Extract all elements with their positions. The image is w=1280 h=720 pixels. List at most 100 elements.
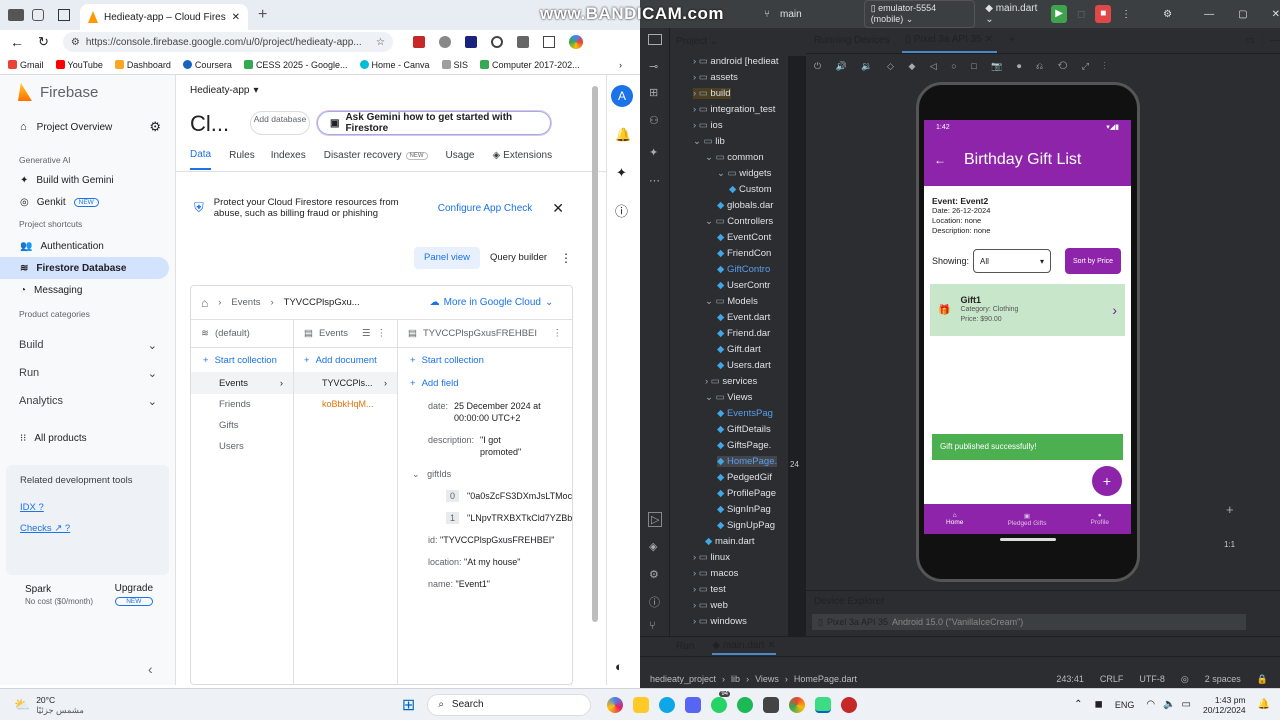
branch-selector[interactable]: main	[780, 9, 802, 20]
structure-icon[interactable]: ⊞	[649, 86, 658, 99]
query-builder-button[interactable]: Query builder	[490, 247, 548, 269]
android-studio-icon[interactable]	[815, 696, 832, 713]
field-description[interactable]: description: "I got promoted"	[398, 434, 572, 458]
tree-folder[interactable]: › ▭ web	[693, 600, 728, 611]
project-overview[interactable]: ⌂ Project Overview ⚙	[0, 109, 175, 145]
tree-folder[interactable]: › ▭ test	[693, 584, 726, 595]
status-path-lib[interactable]: lib	[731, 674, 740, 684]
tree-file[interactable]: ◆ Custom	[729, 184, 772, 195]
category-run[interactable]: Run ⌄	[0, 359, 175, 387]
tree-file[interactable]: ◆ GiftContro	[717, 264, 770, 275]
tree-file[interactable]: ◆ Event.dart	[717, 312, 770, 323]
add-document-button[interactable]: + Add document	[294, 348, 397, 372]
site-info-icon[interactable]: ⚙	[71, 37, 80, 48]
tree-folder[interactable]: ⌄ ▭ common	[705, 152, 764, 163]
file-encoding[interactable]: UTF-8	[1139, 674, 1165, 684]
bookmark-dashboard[interactable]: Dashboard	[114, 60, 171, 70]
weather-widget[interactable]: 20°C مشمس جزئيًا	[36, 695, 84, 715]
line-separator[interactable]: CRLF	[1100, 674, 1124, 684]
device-explorer-selector[interactable]: ▯ Pixel 3a API 35 Android 15.0 ("VanillaIc…	[812, 614, 1246, 630]
bookmark-canva[interactable]: Home - Canva	[359, 60, 430, 70]
bookmark-youtube[interactable]: YouTube	[55, 60, 103, 70]
project-switcher[interactable]: Hedieaty-app ▾	[190, 85, 259, 96]
bookmark-star-icon[interactable]: ☆	[376, 37, 385, 48]
tree-file[interactable]: ◆ SignInPag	[717, 504, 771, 515]
tree-folder[interactable]: ⌄ ▭ Controllers	[705, 216, 773, 227]
tree-folder[interactable]: › ▭ windows	[693, 616, 747, 627]
status-path-project[interactable]: hedieaty_project	[650, 674, 716, 684]
tree-file[interactable]: ◆ Gift.dart	[717, 344, 761, 355]
indent-setting[interactable]: 2 spaces	[1205, 674, 1241, 684]
gemini-icon[interactable]: ✦	[649, 146, 658, 159]
sidebar-item-build-with-gemini[interactable]: ✦ Build with Gemini	[0, 169, 175, 191]
tree-folder[interactable]: ⌄ ▭ lib	[693, 136, 725, 147]
dark-mode-icon[interactable]: ◐	[615, 659, 623, 674]
new-tab-icon[interactable]: +	[258, 6, 267, 24]
bookmark-gmail[interactable]: Gmail	[8, 60, 44, 70]
zoom-ratio[interactable]: 1:1	[1224, 540, 1235, 549]
configure-app-check-link[interactable]: Configure App Check	[438, 203, 533, 214]
tree-file[interactable]: ◆ ProfilePage	[717, 488, 776, 499]
add-field-button[interactable]: + Add field	[398, 372, 572, 394]
close-window-icon[interactable]: ✕	[1272, 9, 1280, 20]
avatar[interactable]: A	[611, 85, 633, 107]
tree-file[interactable]: ◆ PedgedGif	[717, 472, 772, 483]
run-file-tab[interactable]: ◆ main.dart ✕	[712, 638, 776, 655]
project-panel-title[interactable]: Project ⌄	[676, 36, 718, 47]
tab-disaster-recovery[interactable]: Disaster recovery NEW	[324, 150, 428, 169]
back-icon[interactable]: ←	[10, 34, 24, 50]
extension-icon-2[interactable]	[438, 36, 451, 48]
bookmark-computer[interactable]: Computer 2017-202...	[480, 60, 580, 70]
edge-icon[interactable]	[659, 696, 676, 713]
wifi-icon[interactable]: ◠	[1146, 699, 1155, 710]
bookmarks-more-icon[interactable]: ›	[619, 60, 622, 70]
tab-extensions[interactable]: ◈ Extensions	[492, 150, 552, 169]
tree-file[interactable]: ◆ UserContr	[717, 280, 770, 291]
tree-folder[interactable]: › ▭ macos	[693, 568, 738, 579]
tree-file[interactable]: ◆ EventsPag	[717, 408, 773, 419]
breadcrumb-events[interactable]: Events	[231, 297, 260, 308]
cursor-position[interactable]: 243:41	[1056, 674, 1084, 684]
tree-folder[interactable]: › ▭ android [hedieat	[693, 56, 779, 67]
version-control-icon[interactable]: ⑂	[649, 620, 656, 632]
url-field[interactable]: ⚙ https://console.firebase.google.com/u/…	[62, 32, 393, 52]
panel-options-icon[interactable]: ▭ ⋮ —	[1245, 35, 1280, 46]
field-giftids[interactable]: ⌄ giftIds	[398, 468, 572, 480]
collection-item[interactable]: Friends	[191, 394, 293, 415]
vscode-icon[interactable]	[763, 696, 780, 713]
gift-card[interactable]: 🎁 Gift1 Category: Clothing Price: $90.00…	[930, 284, 1125, 336]
tree-folder[interactable]: › ▭ services	[705, 376, 757, 387]
filter-icon[interactable]: ☰	[362, 328, 371, 339]
close-notice-icon[interactable]: ✕	[552, 200, 564, 217]
gemini-icon[interactable]	[568, 35, 583, 49]
field-location[interactable]: location: "At my house"	[398, 556, 572, 568]
extension-icon-1[interactable]	[412, 36, 425, 48]
back-arrow-icon[interactable]: ←	[934, 153, 946, 167]
add-database-button[interactable]: Add database	[250, 111, 310, 135]
language-indicator[interactable]: ENG	[1115, 700, 1135, 710]
field-date[interactable]: date: 25 December 2024 at 00:00:00 UTC+2	[398, 400, 572, 424]
tab-indexes[interactable]: Indexes	[271, 150, 306, 169]
tree-folder[interactable]: › ▭ linux	[693, 552, 730, 563]
add-gift-fab[interactable]: +	[1092, 466, 1122, 496]
split-view-icon[interactable]	[542, 36, 555, 48]
maximize-icon[interactable]: ▢	[1238, 9, 1247, 20]
field-id[interactable]: id: "TYVCCPlspGxusFREHBEI"	[398, 534, 572, 546]
document-item[interactable]: TYVCCPls... ›	[294, 372, 397, 394]
tree-folder[interactable]: ⌄ ▭ widgets	[717, 168, 771, 179]
tree-folder[interactable]: › ▭ build	[693, 88, 731, 99]
more-options-icon[interactable]: ⋮	[377, 328, 387, 339]
plugins-icon[interactable]: ⚇	[649, 114, 659, 127]
document-item[interactable]: koBbkHqM...	[294, 394, 397, 415]
extension-icon-3[interactable]	[464, 36, 477, 48]
panel-view-button[interactable]: Panel view	[414, 247, 480, 269]
tree-folder[interactable]: ⌄ ▭ Views	[705, 392, 752, 403]
tray-app-icon[interactable]: ◼	[1095, 699, 1103, 710]
tree-folder[interactable]: › ▭ ios	[693, 120, 723, 131]
all-products[interactable]: ⁝⁝ All products	[0, 427, 175, 449]
start-collection-button[interactable]: + Start collection	[191, 348, 293, 372]
device-tab[interactable]: ▯ Pixel 3a API 35 ✕	[901, 28, 997, 53]
tree-file[interactable]: ◆ GiftDetails	[717, 424, 771, 435]
field-name[interactable]: name: "Event1"	[398, 578, 572, 590]
add-device-icon[interactable]: +	[1009, 35, 1015, 46]
